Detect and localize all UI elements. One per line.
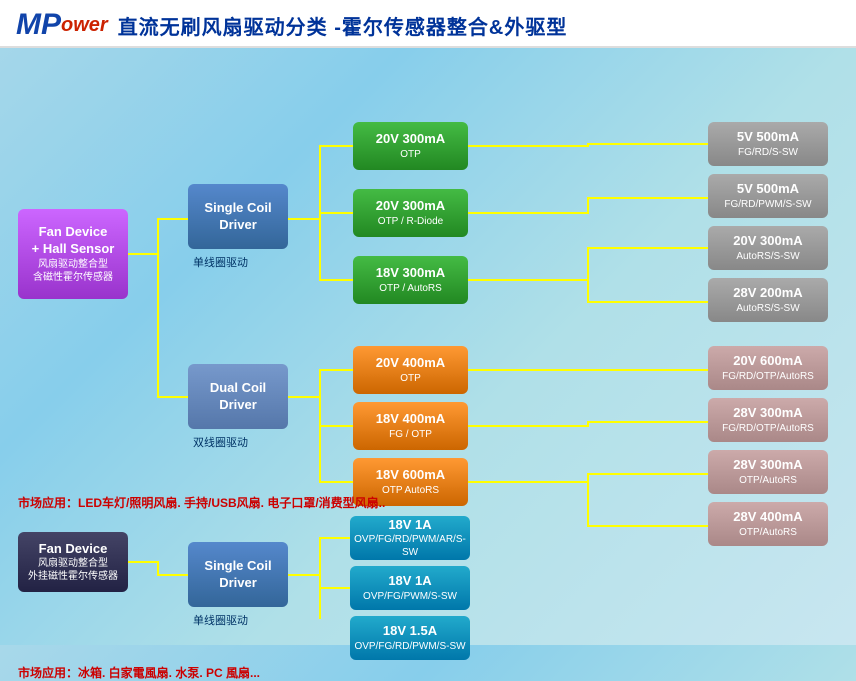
fan-device-title: Fan Device (39, 541, 108, 558)
dual-coil-title: Dual Coil Driver (210, 380, 266, 414)
orange-box-2: 18V 400mA FG / OTP (353, 402, 468, 450)
green-box-1: 20V 300mA OTP (353, 122, 468, 170)
gray-box-2-sub: FG/RD/PWM/S-SW (724, 198, 811, 211)
teal-box-3: 18V 1.5A OVP/FG/RD/PWM/S-SW (350, 616, 470, 660)
gray-box-1-sub: FG/RD/S-SW (738, 146, 798, 159)
main-content: Fan Device + Hall Sensor 风扇驱动整合型 含磁性霍尔传感… (0, 48, 856, 628)
teal-box-1-title: 18V 1A (388, 517, 431, 534)
green-box-2-sub: OTP / R-Diode (378, 215, 443, 228)
light-box-1: 20V 600mA FG/RD/OTP/AutoRS (708, 346, 828, 390)
gray-box-2-title: 5V 500mA (737, 181, 799, 198)
gray-box-3-sub: AutoRS/S-SW (736, 250, 799, 263)
light-box-4-sub: OTP/AutoRS (739, 526, 797, 539)
light-box-2-title: 28V 300mA (733, 405, 802, 422)
logo: MPower (16, 8, 108, 42)
header: MPower 直流无刷风扇驱动分类 -霍尔传感器整合&外驱型 (0, 0, 856, 48)
light-box-3-title: 28V 300mA (733, 457, 802, 474)
teal-box-2: 18V 1A OVP/FG/PWM/S-SW (350, 566, 470, 610)
green-box-1-sub: OTP (400, 148, 421, 161)
single-coil-bottom-title: Single Coil Driver (204, 558, 271, 592)
gray-box-4-sub: AutoRS/S-SW (736, 302, 799, 315)
teal-box-1: 18V 1A OVP/FG/RD/PWM/AR/S-SW (350, 516, 470, 560)
light-box-2: 28V 300mA FG/RD/OTP/AutoRS (708, 398, 828, 442)
market-text-bottom: 市场应用：冰箱. 白家電風扇. 水泵. PC 風扇... (18, 664, 260, 681)
green-box-2: 20V 300mA OTP / R-Diode (353, 189, 468, 237)
gray-box-1: 5V 500mA FG/RD/S-SW (708, 122, 828, 166)
light-box-3: 28V 300mA OTP/AutoRS (708, 450, 828, 494)
light-box-3-sub: OTP/AutoRS (739, 474, 797, 487)
light-box-4: 28V 400mA OTP/AutoRS (708, 502, 828, 546)
single-coil-bottom-box: Single Coil Driver (188, 542, 288, 607)
gray-box-4: 28V 200mA AutoRS/S-SW (708, 278, 828, 322)
light-box-4-title: 28V 400mA (733, 509, 802, 526)
gray-box-4-title: 28V 200mA (733, 285, 802, 302)
light-box-2-sub: FG/RD/OTP/AutoRS (722, 422, 814, 435)
single-coil-bottom-sub: 单线圈驱动 (193, 612, 248, 628)
orange-box-3-title: 18V 600mA (376, 467, 445, 484)
green-box-3-title: 18V 300mA (376, 265, 445, 282)
teal-box-2-title: 18V 1A (388, 573, 431, 590)
gray-box-1-title: 5V 500mA (737, 129, 799, 146)
green-box-2-title: 20V 300mA (376, 198, 445, 215)
fan-device-sub: 风扇驱动整合型 外挂磁性霍尔传感器 (28, 557, 118, 583)
dual-coil-sub: 双线圈驱动 (193, 434, 248, 450)
page-title: 直流无刷风扇驱动分类 -霍尔传感器整合&外驱型 (118, 11, 568, 40)
orange-box-2-sub: FG / OTP (389, 428, 432, 441)
fan-device-hall-box: Fan Device + Hall Sensor 风扇驱动整合型 含磁性霍尔传感… (18, 209, 128, 299)
logo-ower: ower (61, 14, 108, 37)
single-coil-top-title: Single Coil Driver (204, 200, 271, 234)
light-box-1-sub: FG/RD/OTP/AutoRS (722, 370, 814, 383)
teal-box-2-sub: OVP/FG/PWM/S-SW (363, 590, 457, 603)
orange-box-1-sub: OTP (400, 372, 421, 385)
dual-coil-box: Dual Coil Driver (188, 364, 288, 429)
gray-box-3-title: 20V 300mA (733, 233, 802, 250)
green-box-1-title: 20V 300mA (376, 131, 445, 148)
fan-device-hall-title: Fan Device + Hall Sensor (32, 224, 115, 258)
teal-box-3-title: 18V 1.5A (383, 623, 437, 640)
single-coil-top-sub: 单线圈驱动 (193, 254, 248, 270)
orange-box-2-title: 18V 400mA (376, 411, 445, 428)
fan-device-hall-sub: 风扇驱动整合型 含磁性霍尔传感器 (33, 258, 113, 284)
light-box-1-title: 20V 600mA (733, 353, 802, 370)
teal-box-1-sub: OVP/FG/RD/PWM/AR/S-SW (350, 533, 470, 559)
fan-device-box: Fan Device 风扇驱动整合型 外挂磁性霍尔传感器 (18, 532, 128, 592)
market-text-top: 市场应用：LED车灯/照明风扇. 手持/USB风扇. 电子口罩/消费型风扇.. (18, 494, 385, 511)
teal-box-3-sub: OVP/FG/RD/PWM/S-SW (354, 640, 465, 653)
diagram: Fan Device + Hall Sensor 风扇驱动整合型 含磁性霍尔传感… (8, 54, 848, 619)
gray-box-3: 20V 300mA AutoRS/S-SW (708, 226, 828, 270)
orange-box-1-title: 20V 400mA (376, 355, 445, 372)
orange-box-3-sub: OTP AutoRS (382, 484, 439, 497)
logo-mp: MP (16, 8, 61, 42)
gray-box-2: 5V 500mA FG/RD/PWM/S-SW (708, 174, 828, 218)
green-box-3: 18V 300mA OTP / AutoRS (353, 256, 468, 304)
green-box-3-sub: OTP / AutoRS (379, 282, 442, 295)
single-coil-top-box: Single Coil Driver (188, 184, 288, 249)
orange-box-1: 20V 400mA OTP (353, 346, 468, 394)
